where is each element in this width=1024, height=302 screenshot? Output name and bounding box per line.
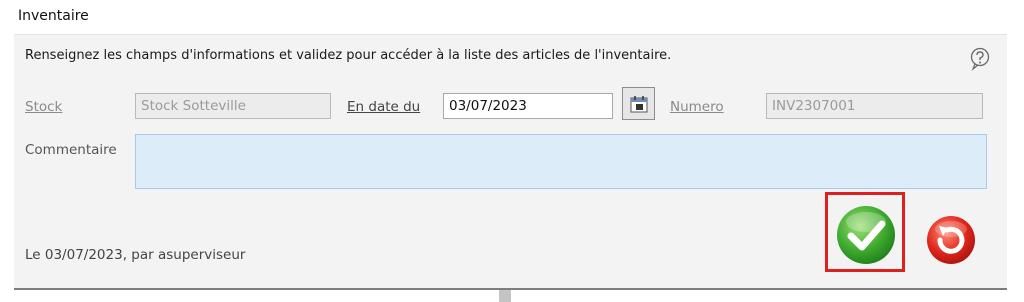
inventory-form-panel: Renseignez les champs d'informations et … xyxy=(14,34,1007,289)
numero-field: INV2307001 xyxy=(766,93,983,119)
comment-label: Commentaire xyxy=(25,142,117,158)
stock-field: Stock Sotteville xyxy=(135,93,331,119)
date-label[interactable]: En date du xyxy=(347,99,420,115)
created-by-text: Le 03/07/2023, par asuperviseur xyxy=(25,247,246,263)
calendar-button[interactable] xyxy=(622,87,655,120)
date-input[interactable]: 03/07/2023 xyxy=(443,93,613,119)
cancel-button[interactable] xyxy=(925,214,977,266)
comment-textarea[interactable] xyxy=(135,134,987,189)
numero-label[interactable]: Numero xyxy=(670,99,724,115)
resize-handle[interactable] xyxy=(499,290,511,302)
calendar-icon xyxy=(630,96,648,113)
stock-label[interactable]: Stock xyxy=(25,99,62,115)
page-title: Inventaire xyxy=(18,8,89,24)
validate-button[interactable] xyxy=(835,204,897,266)
help-question-icon[interactable] xyxy=(968,47,992,71)
instructions-text: Renseignez les champs d'informations et … xyxy=(25,48,672,63)
